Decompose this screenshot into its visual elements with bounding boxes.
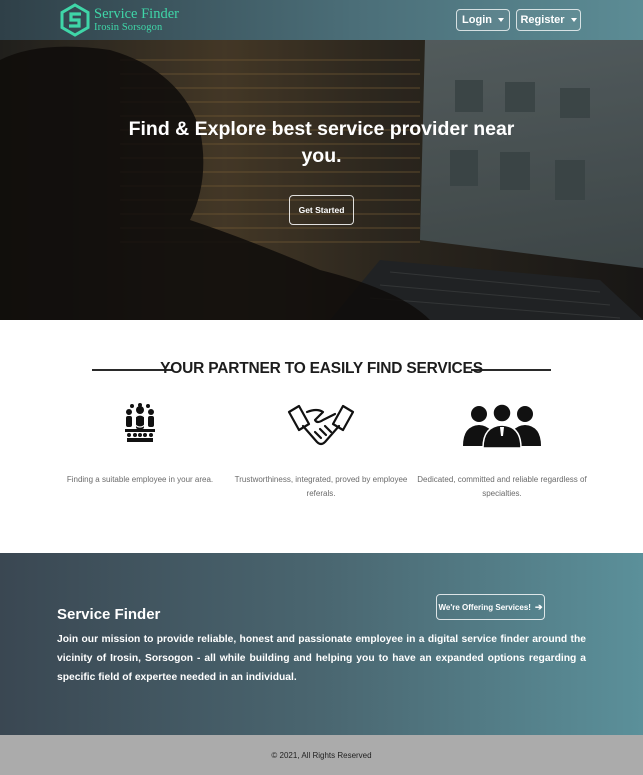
service-finder-logo-icon	[60, 3, 90, 37]
partner-section: YOUR PARTNER TO EASILY FIND SERVICES Fin…	[0, 320, 643, 553]
team-people-icon	[463, 403, 541, 448]
logo-title: Service Finder	[94, 6, 179, 22]
handshake-icon	[287, 404, 355, 446]
offering-services-label: We're Offering Services!	[438, 602, 531, 612]
copyright-text: © 2021, All Rights Reserved	[271, 750, 372, 760]
feature-item: Dedicated, committed and reliable regard…	[412, 402, 592, 501]
about-description: Join our mission to provide reliable, ho…	[57, 634, 586, 683]
get-started-button[interactable]: Get Started	[289, 195, 354, 225]
about-title: Service Finder	[57, 606, 161, 623]
feature-item: Trustworthiness, integrated, proved by e…	[231, 402, 411, 501]
login-label: Login	[462, 14, 492, 26]
caret-down-icon	[570, 18, 577, 22]
feature-text: Dedicated, committed and reliable regard…	[417, 475, 587, 498]
hero-title: Find & Explore best service provider nea…	[128, 118, 515, 167]
caret-down-icon	[497, 18, 504, 22]
hero-section: Find & Explore best service provider nea…	[0, 40, 643, 320]
section-heading: YOUR PARTNER TO EASILY FIND SERVICES	[160, 360, 483, 377]
register-dropdown-button[interactable]: Register	[516, 9, 581, 31]
navbar: Service Finder Irosin Sorsogon Login Reg…	[0, 0, 643, 40]
logo[interactable]: Service Finder Irosin Sorsogon	[58, 3, 179, 37]
about-section: Service Finder We're Offering Services! …	[0, 553, 643, 735]
arrow-right-icon: ➔	[534, 601, 543, 612]
footer: © 2021, All Rights Reserved	[0, 735, 643, 775]
feature-item: Finding a suitable employee in your area…	[50, 402, 230, 487]
register-label: Register	[520, 14, 565, 26]
feature-text: Finding a suitable employee in your area…	[66, 475, 214, 484]
hero-background-image	[0, 40, 643, 320]
logo-subtitle: Irosin Sorsogon	[94, 21, 163, 33]
login-dropdown-button[interactable]: Login	[456, 9, 510, 31]
offering-services-button[interactable]: We're Offering Services! ➔	[436, 594, 545, 620]
feature-text: Trustworthiness, integrated, proved by e…	[234, 475, 408, 498]
employee-group-icon	[125, 403, 155, 442]
